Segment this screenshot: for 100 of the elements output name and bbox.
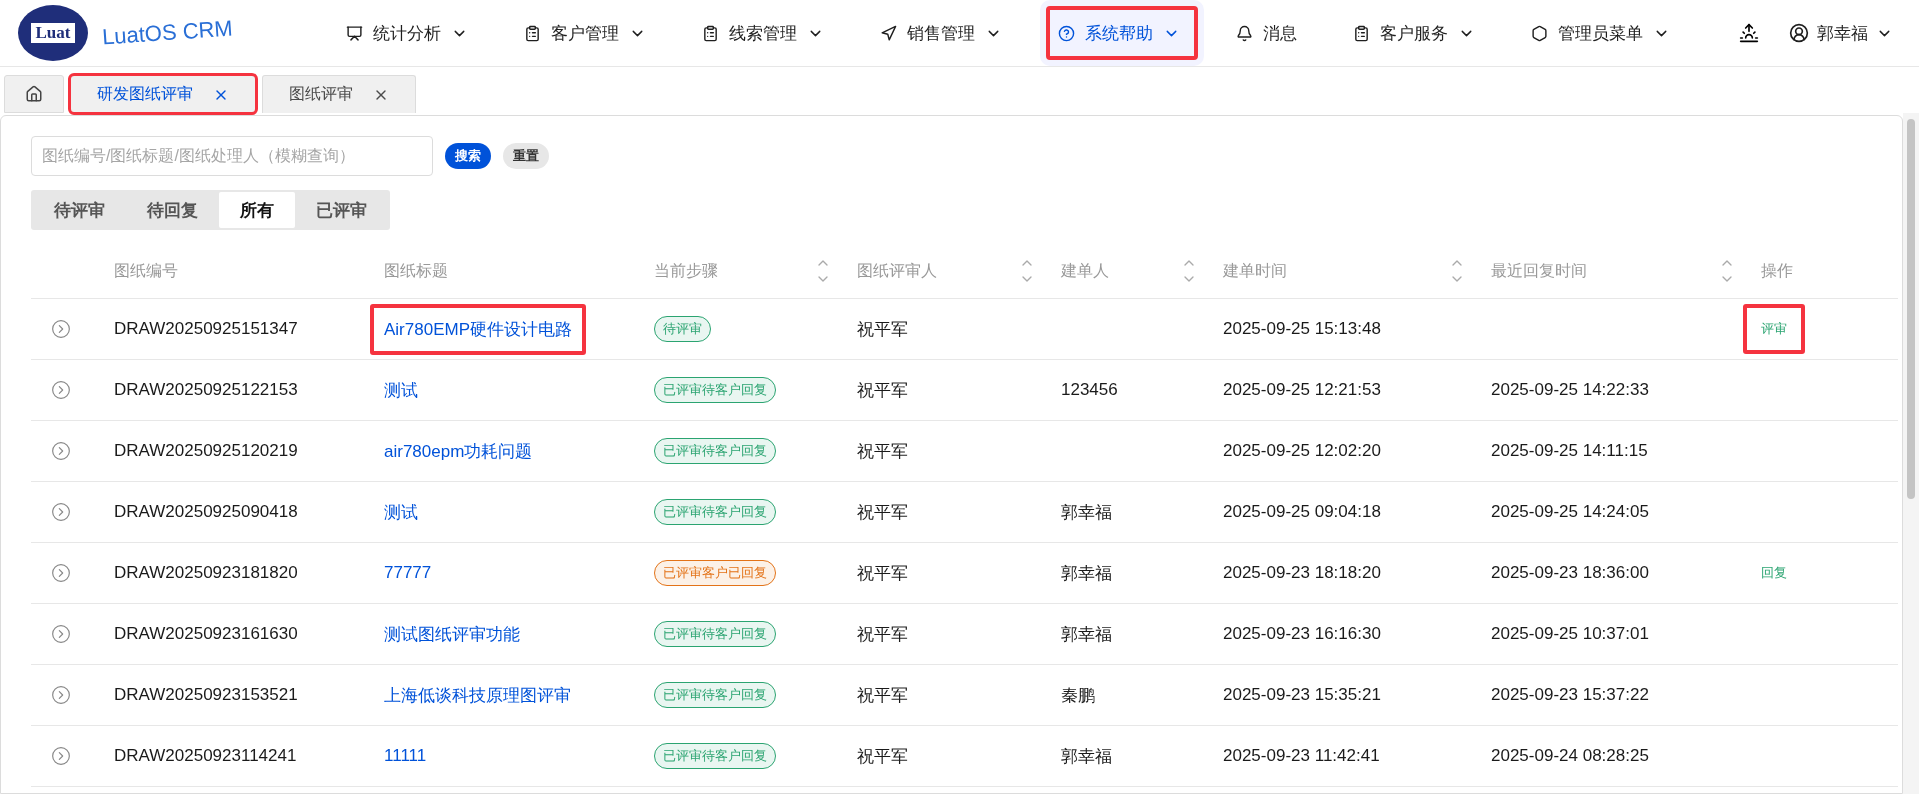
title-link[interactable]: 测试图纸评审功能 — [370, 608, 534, 660]
table-cell-text: 2025-09-23 11:42:41 — [1222, 746, 1381, 766]
column-header: 最近回复时间 — [1491, 260, 1587, 281]
expand-icon[interactable] — [51, 441, 71, 461]
reset-button[interactable]: 重置 — [503, 143, 549, 169]
table-cell-text: 祝平军 — [856, 379, 909, 402]
nav-label: 销售管理 — [907, 22, 975, 45]
column-header: 图纸编号 — [114, 260, 178, 281]
step-badge: 已评审待客户回复 — [654, 438, 776, 464]
title-link[interactable]: Air780EMP硬件设计电路 — [370, 303, 586, 355]
clipboard-icon — [702, 24, 719, 42]
table-cell-text: DRAW20250925122153 — [113, 380, 299, 400]
filter-tab[interactable]: 待评审 — [33, 192, 126, 228]
title-link[interactable]: 上海低谈科技原理图评审 — [370, 669, 585, 721]
search-field[interactable]: 图纸编号/图纸标题/图纸处理人（模糊查询） — [31, 136, 433, 176]
title-link[interactable]: 测试 — [370, 486, 432, 538]
title-link[interactable]: 测试 — [370, 364, 432, 416]
table-cell-text: 2025-09-25 15:13:48 — [1222, 319, 1382, 339]
table-cell-text: 秦鹏 — [1060, 684, 1096, 707]
column-header: 图纸标题 — [384, 260, 448, 281]
help-icon — [1058, 24, 1075, 42]
table-cell-text: 祝平军 — [856, 684, 909, 707]
table-cell-text: 郭幸福 — [1060, 745, 1113, 768]
nav-menu-item[interactable]: 统计分析 — [328, 0, 492, 66]
table-cell-text: 2025-09-23 18:18:20 — [1222, 563, 1382, 583]
nav-menu-item[interactable]: 线索管理 — [684, 0, 848, 66]
table-cell-text: 2025-09-23 15:35:21 — [1222, 685, 1382, 705]
compass-icon — [880, 24, 897, 42]
expand-icon[interactable] — [51, 502, 71, 522]
column-header: 图纸评审人 — [857, 260, 937, 281]
table-cell-text: DRAW20250923161630 — [113, 624, 299, 644]
column-header: 操作 — [1761, 260, 1793, 281]
nav-menu-item[interactable]: 客户管理 — [506, 0, 670, 66]
table-cell-text: 祝平军 — [856, 318, 909, 341]
table-cell-text: 2025-09-25 14:11:15 — [1490, 441, 1649, 461]
tab-label: 图纸评审 — [289, 84, 353, 104]
column-header: 建单人 — [1061, 260, 1109, 281]
user-name: 郭幸福 — [1817, 22, 1868, 45]
table-cell-text: 2025-09-23 15:37:22 — [1490, 685, 1650, 705]
nav-menu-item[interactable]: 系统帮助 — [1040, 0, 1204, 66]
nav-menu-item[interactable]: 消息 — [1218, 0, 1321, 66]
column-header: 建单时间 — [1223, 260, 1287, 281]
table-cell-text: 祝平军 — [856, 562, 909, 585]
filter-tab[interactable]: 已评审 — [295, 192, 388, 228]
nav-label: 管理员菜单 — [1558, 22, 1643, 45]
board-icon — [346, 24, 363, 42]
nav-menu-item[interactable]: 客户服务 — [1335, 0, 1499, 66]
step-badge: 待评审 — [654, 316, 711, 342]
table-cell-text: 2025-09-23 18:36:00 — [1490, 563, 1650, 583]
user-menu[interactable]: 郭幸福 — [1789, 21, 1893, 45]
table-cell-text: 2025-09-24 08:28:25 — [1490, 746, 1650, 766]
step-badge: 已评审待客户回复 — [654, 499, 776, 525]
table-cell-text: 123456 — [1060, 380, 1119, 400]
expand-icon[interactable] — [51, 380, 71, 400]
table-cell-text: 郭幸福 — [1060, 562, 1113, 585]
expand-icon[interactable] — [51, 319, 71, 339]
table-cell-text: DRAW20250925120219 — [113, 441, 299, 461]
table-cell-text: DRAW20250925151347 — [113, 319, 299, 339]
step-badge: 已评审待客户回复 — [654, 621, 776, 647]
search-button[interactable]: 搜索 — [445, 143, 491, 169]
nav-label: 系统帮助 — [1085, 22, 1153, 45]
user-icon — [1789, 23, 1809, 43]
table-cell-text: 郭幸福 — [1060, 501, 1113, 524]
page-tab[interactable]: 研发图纸评审 — [70, 75, 256, 113]
table-cell-text: 2025-09-23 16:16:30 — [1222, 624, 1382, 644]
step-badge: 已评审客户已回复 — [654, 560, 776, 586]
hexagon-icon — [1531, 24, 1548, 42]
table-cell-text: 祝平军 — [856, 745, 909, 768]
home-icon — [25, 85, 43, 103]
step-badge: 已评审待客户回复 — [654, 682, 776, 708]
table-cell-text: 祝平军 — [856, 440, 909, 463]
title-link[interactable]: 11111 — [370, 732, 441, 780]
table-cell-text: 郭幸福 — [1060, 623, 1113, 646]
table-cell-text: 2025-09-25 09:04:18 — [1222, 502, 1382, 522]
expand-icon[interactable] — [51, 563, 71, 583]
nav-menu-item[interactable]: 销售管理 — [862, 0, 1026, 66]
home-tab[interactable] — [4, 75, 64, 113]
nav-label: 消息 — [1263, 22, 1297, 45]
table-cell-text: DRAW20250923153521 — [113, 685, 299, 705]
table-cell-text: 2025-09-25 12:21:53 — [1222, 380, 1382, 400]
expand-icon[interactable] — [51, 624, 71, 644]
scrollbar[interactable] — [1903, 113, 1919, 794]
logo-name: LuatOS CRM — [101, 15, 234, 51]
nav-label: 客户管理 — [551, 22, 619, 45]
page-tab[interactable]: 图纸评审 — [262, 75, 416, 113]
step-badge: 已评审待客户回复 — [654, 743, 776, 769]
table-cell-text: 2025-09-25 10:37:01 — [1490, 624, 1650, 644]
bell-icon — [1236, 24, 1253, 42]
table-cell-text: 祝平军 — [856, 623, 909, 646]
nav-label: 客户服务 — [1380, 22, 1448, 45]
expand-icon[interactable] — [51, 685, 71, 705]
table-cell-text: 祝平军 — [856, 501, 909, 524]
expand-icon[interactable] — [51, 746, 71, 766]
filter-tab[interactable]: 所有 — [219, 192, 295, 228]
table-cell-text: 2025-09-25 14:22:33 — [1490, 380, 1650, 400]
nav-menu-item[interactable]: 管理员菜单 — [1513, 0, 1694, 66]
title-link[interactable]: air780epm功耗问题 — [370, 425, 547, 477]
filter-tab[interactable]: 待回复 — [126, 192, 219, 228]
table-cell-text: DRAW20250923181820 — [113, 563, 299, 583]
title-link[interactable]: 77777 — [370, 549, 446, 597]
